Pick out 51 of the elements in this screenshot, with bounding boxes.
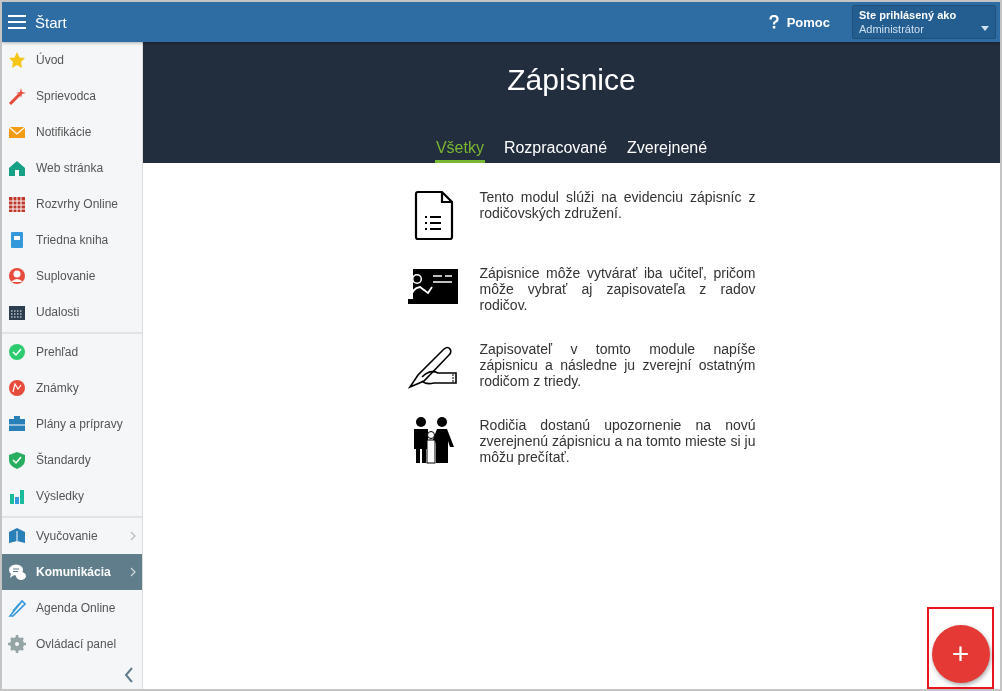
help-icon	[768, 15, 779, 29]
filter-tab[interactable]: Rozpracované	[502, 139, 609, 163]
menu-item-icon	[8, 267, 26, 285]
sidebar-item[interactable]: Známky	[2, 370, 142, 406]
feature-description: Rodičia dostanú upozornenie na novú zverejnenú zápisnicu a na tomto mieste si ju môžu prečítať.	[479, 417, 756, 465]
page-heading: Zápisnice	[507, 62, 636, 98]
menu-item-icon	[8, 563, 26, 581]
menu-item-icon	[8, 635, 26, 653]
help-button[interactable]: Pomoc	[768, 14, 830, 30]
menu-icon[interactable]	[7, 14, 27, 30]
filter-tab[interactable]: Zverejnené	[626, 139, 709, 163]
user-dropdown[interactable]: Ste prihlásený ako Administrátor	[852, 5, 996, 39]
feature-description: Tento modul slúži na evidenciu zápisníc z rodičovských združení.	[479, 189, 756, 221]
sidebar-item[interactable]: Rozvrhy Online	[2, 186, 142, 222]
sidebar-item[interactable]: Plány a prípravy	[2, 406, 142, 442]
sidebar-item[interactable]: Notifikácie	[2, 114, 142, 150]
sidebar-item[interactable]: Triedna kniha	[2, 222, 142, 258]
menu-item-icon	[8, 343, 26, 361]
menu-item-icon	[8, 599, 26, 617]
menu-item-icon	[8, 527, 26, 545]
feature-description: Zapisovateľ v tomto module napíše zápisnicu a následne ju zverejní ostatným rodičom z triedy.	[479, 341, 756, 389]
page-title: Štart	[35, 13, 68, 31]
caret-icon	[981, 26, 989, 31]
sidebar-item[interactable]: Udalosti	[2, 294, 142, 330]
menu-item-icon	[8, 87, 26, 105]
sidebar-item[interactable]: Úvod	[2, 42, 142, 78]
add-button[interactable]: +	[931, 625, 990, 683]
feature-description: Zápisnice môže vytvárať iba učiteľ, pričom môže vybrať aj zapisovateľa z radov rodičov.	[479, 265, 756, 313]
sidebar-item[interactable]: Výsledky	[2, 478, 142, 514]
sidebar-item[interactable]: Agenda Online	[2, 590, 142, 626]
sidebar-item[interactable]: Ovládací panel	[2, 626, 142, 662]
menu-item-icon	[8, 451, 26, 469]
sidebar-item[interactable]: Prehľad	[2, 334, 142, 370]
sidebar-item[interactable]: Štandardy	[2, 442, 142, 478]
sidebar-item[interactable]: Sprievodca	[2, 78, 142, 114]
sidebar-item[interactable]: Web stránka	[2, 150, 142, 186]
menu-item-icon	[8, 379, 26, 397]
user-label: Ste prihlásený ako	[859, 9, 957, 21]
menu-item-icon	[8, 159, 26, 177]
sidebar-item[interactable]: Suplovanie	[2, 258, 142, 294]
sidebar-item[interactable]: Komunikácia	[2, 554, 142, 590]
filter-tab[interactable]: Všetky	[434, 139, 485, 163]
menu-item-icon	[8, 415, 26, 433]
menu-item-icon	[8, 195, 26, 213]
menu-item-icon	[8, 231, 26, 249]
sidebar-item[interactable]: Vyučovanie	[2, 518, 142, 554]
menu-item-icon	[8, 487, 26, 505]
collapse-button[interactable]	[124, 667, 134, 683]
menu-item-icon	[8, 51, 26, 69]
user-name: Administrátor	[859, 23, 924, 35]
menu-item-icon	[8, 303, 26, 321]
